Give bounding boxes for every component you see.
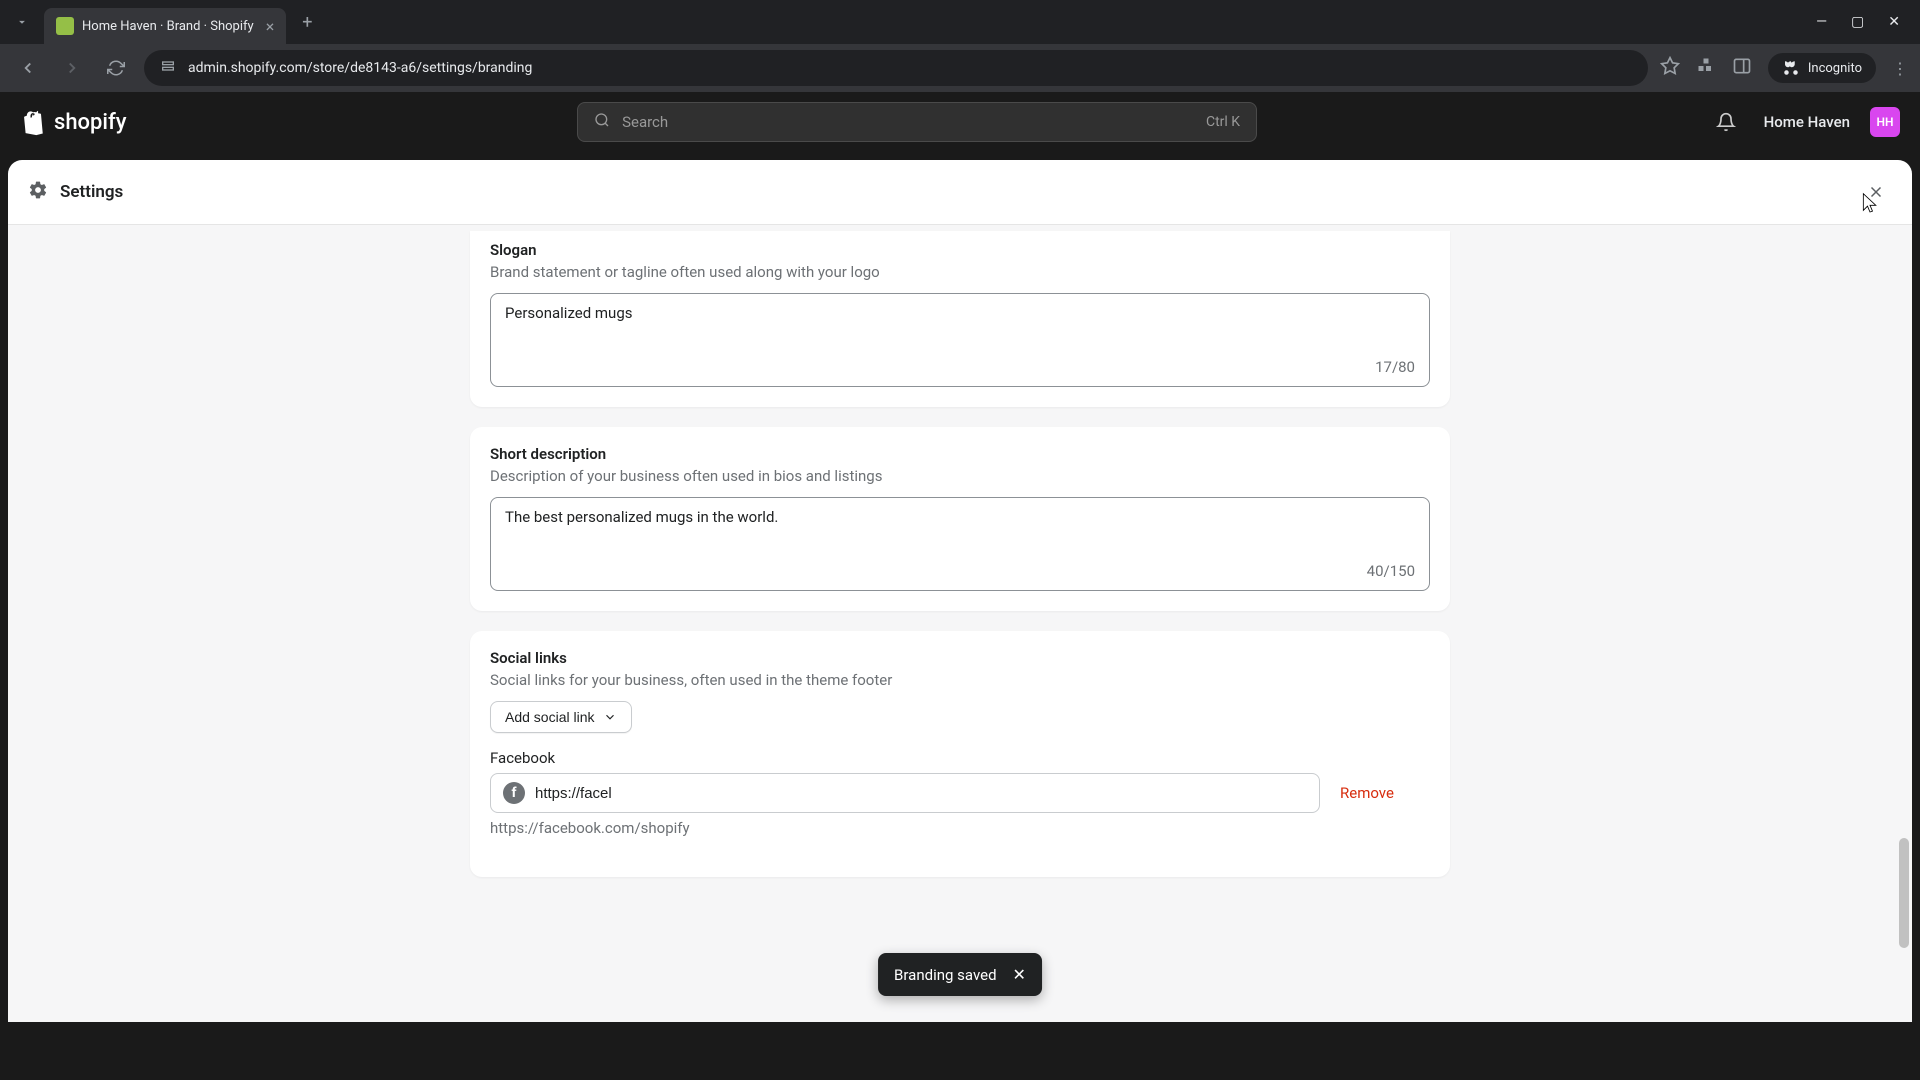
gear-icon: [28, 180, 48, 204]
reload-button[interactable]: [100, 52, 132, 84]
shopify-favicon: [56, 17, 74, 35]
browser-menu-icon[interactable]: ⋮: [1892, 59, 1908, 78]
url-text: admin.shopify.com/store/de8143-a6/settin…: [188, 60, 532, 76]
side-panel-icon[interactable]: [1732, 56, 1752, 80]
minimize-icon[interactable]: —: [1816, 14, 1827, 30]
incognito-label: Incognito: [1808, 61, 1862, 76]
short-desc-desc: Description of your business often used …: [490, 467, 1430, 485]
settings-panel: Settings Slogan Brand statement or tagli…: [8, 160, 1912, 1022]
add-social-link-button[interactable]: Add social link: [490, 701, 632, 733]
add-social-label: Add social link: [505, 709, 595, 725]
shopify-logo[interactable]: shopify: [20, 108, 127, 136]
facebook-input-wrap: f: [490, 773, 1320, 813]
slogan-char-count: 17/80: [491, 354, 1429, 386]
back-button[interactable]: [12, 52, 44, 84]
toast: Branding saved ✕: [878, 953, 1042, 996]
short-desc-input-wrap: 40/150: [490, 497, 1430, 591]
shopify-logo-text: shopify: [54, 110, 127, 135]
slogan-input-wrap: 17/80: [490, 293, 1430, 387]
social-title: Social links: [490, 649, 1430, 667]
bookmark-icon[interactable]: [1660, 56, 1680, 80]
slogan-input[interactable]: [491, 294, 1429, 350]
address-bar[interactable]: admin.shopify.com/store/de8143-a6/settin…: [144, 50, 1648, 86]
forward-button[interactable]: [56, 52, 88, 84]
social-links-card: Social links Social links for your busin…: [470, 631, 1450, 877]
short-desc-card: Short description Description of your bu…: [470, 427, 1450, 611]
window-controls: — ▢ ✕: [1816, 14, 1912, 30]
maximize-icon[interactable]: ▢: [1851, 14, 1864, 30]
scrollbar-thumb[interactable]: [1899, 838, 1909, 948]
search-placeholder: Search: [622, 113, 1206, 131]
browser-tab[interactable]: Home Haven · Brand · Shopify ×: [44, 8, 286, 44]
notifications-button[interactable]: [1708, 104, 1744, 140]
close-window-icon[interactable]: ✕: [1888, 14, 1900, 30]
short-desc-input[interactable]: [491, 498, 1429, 554]
browser-url-bar: admin.shopify.com/store/de8143-a6/settin…: [0, 44, 1920, 92]
short-desc-title: Short description: [490, 445, 1430, 463]
search-shortcut: Ctrl K: [1206, 114, 1240, 130]
close-settings-button[interactable]: [1860, 176, 1892, 208]
facebook-helper: https://facebook.com/shopify: [490, 819, 1430, 837]
slogan-title: Slogan: [490, 241, 1430, 259]
close-tab-icon[interactable]: ×: [266, 17, 275, 36]
new-tab-button[interactable]: +: [302, 12, 312, 33]
search-input[interactable]: Search Ctrl K: [577, 102, 1257, 142]
site-settings-icon[interactable]: [160, 58, 176, 78]
tab-title: Home Haven · Brand · Shopify: [82, 19, 254, 34]
settings-header: Settings: [8, 160, 1912, 225]
store-name[interactable]: Home Haven: [1764, 113, 1850, 131]
settings-body[interactable]: Slogan Brand statement or tagline often …: [8, 225, 1912, 1022]
slogan-desc: Brand statement or tagline often used al…: [490, 263, 1430, 281]
facebook-icon: f: [503, 782, 525, 804]
scrollbar[interactable]: [1897, 218, 1911, 1022]
facebook-label: Facebook: [490, 749, 1430, 767]
facebook-input[interactable]: [535, 785, 1307, 802]
store-avatar[interactable]: HH: [1870, 107, 1900, 137]
browser-tab-bar: Home Haven · Brand · Shopify × + — ▢ ✕: [0, 0, 1920, 44]
toast-message: Branding saved: [894, 966, 997, 984]
tab-search-button[interactable]: [8, 8, 36, 36]
settings-title: Settings: [60, 182, 123, 202]
chevron-down-icon: [603, 710, 617, 724]
slogan-card: Slogan Brand statement or tagline often …: [470, 231, 1450, 407]
remove-link-button[interactable]: Remove: [1340, 784, 1394, 802]
shopify-header: shopify Search Ctrl K Home Haven HH: [0, 92, 1920, 152]
social-desc: Social links for your business, often us…: [490, 671, 1430, 689]
toast-close-icon[interactable]: ✕: [1013, 965, 1026, 984]
search-icon: [594, 112, 610, 132]
extensions-icon[interactable]: [1696, 56, 1716, 80]
short-desc-char-count: 40/150: [491, 558, 1429, 590]
incognito-badge[interactable]: Incognito: [1768, 53, 1876, 83]
